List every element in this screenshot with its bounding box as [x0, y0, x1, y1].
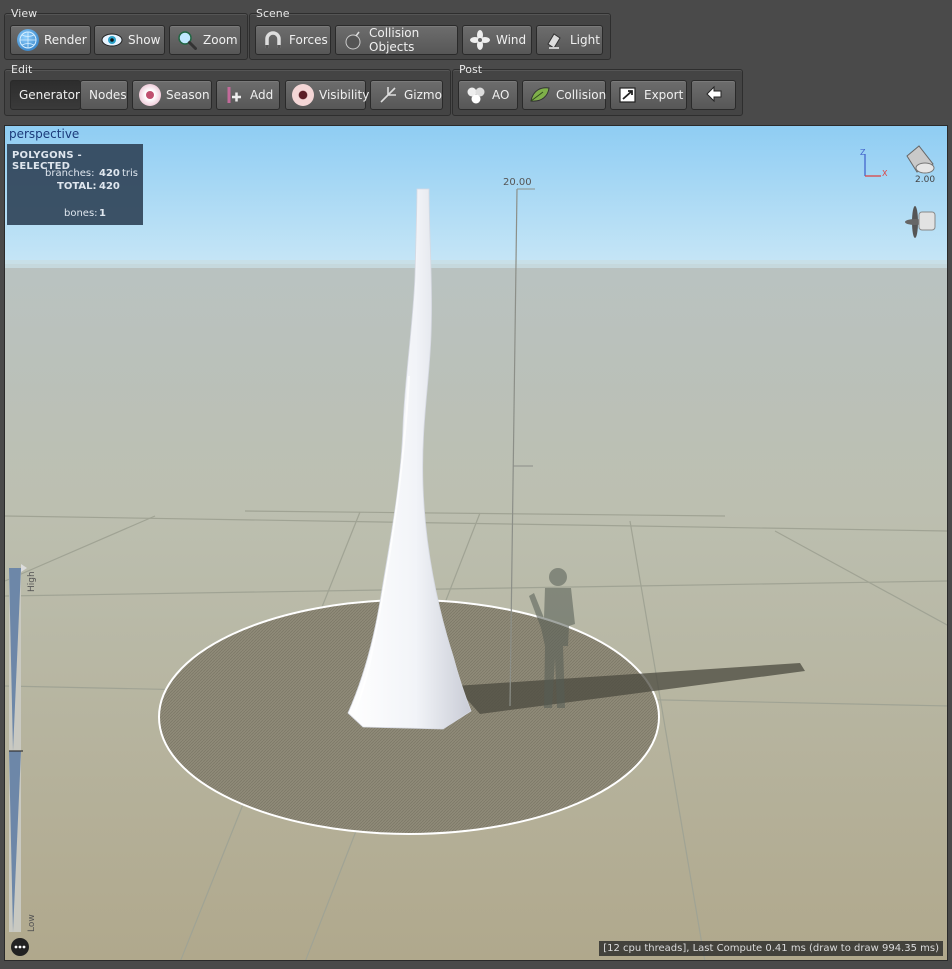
visibility-button[interactable]: Visibility: [285, 80, 370, 110]
gizmo-button-label: Gizmo: [404, 88, 442, 102]
viewport-title: perspective: [9, 127, 80, 141]
light-button[interactable]: Light: [536, 25, 603, 55]
axis-z-label: Z: [860, 148, 866, 157]
zoom-button[interactable]: Zoom: [169, 25, 241, 55]
ao-button[interactable]: AO: [458, 80, 518, 110]
post-group-label: Post: [459, 63, 483, 76]
render-button-label: Render: [44, 33, 87, 47]
scene-group-label: Scene: [256, 7, 290, 20]
back-arrow-icon: [705, 85, 723, 106]
generators-tab[interactable]: Generators: [10, 80, 86, 110]
perspective-viewport[interactable]: perspective POLYGONS - SELECTED branches…: [4, 125, 948, 961]
globe-icon: [17, 29, 39, 51]
scene-canvas[interactable]: [5, 126, 948, 961]
branches-label: branches:: [45, 168, 95, 179]
gizmo-icon: [377, 84, 399, 106]
ao-button-label: AO: [492, 88, 510, 102]
add-icon: [223, 84, 245, 106]
total-label: TOTAL:: [57, 181, 97, 192]
season-button-label: Season: [166, 88, 210, 102]
show-button-label: Show: [128, 33, 161, 47]
export-button[interactable]: Export: [610, 80, 687, 110]
season-icon: [139, 84, 161, 106]
light-value: 2.00: [915, 175, 936, 185]
bones-label: bones:: [64, 208, 98, 219]
view-group-label: View: [11, 7, 38, 20]
add-button[interactable]: Add: [216, 80, 280, 110]
lod-high-label: High: [27, 571, 37, 592]
total-value: 420: [99, 181, 120, 192]
axis-x-label: X: [882, 169, 888, 178]
collision-button-label: Collision: [556, 88, 607, 102]
branches-unit: tris: [122, 168, 139, 179]
magnifier-icon: [176, 29, 198, 51]
nodes-tab[interactable]: Nodes: [80, 80, 128, 110]
fan-icon: [469, 29, 491, 51]
polygons-panel: POLYGONS - SELECTED branches: 420 tris T…: [7, 144, 143, 225]
gizmo-button[interactable]: Gizmo: [370, 80, 443, 110]
show-button[interactable]: Show: [94, 25, 165, 55]
wind-button-label: Wind: [496, 33, 527, 47]
visibility-button-label: Visibility: [319, 88, 370, 102]
wind-button[interactable]: Wind: [462, 25, 532, 55]
collision-objects-button[interactable]: Collision Objects: [335, 25, 458, 55]
magnet-icon: [262, 29, 284, 51]
eye-icon: [101, 29, 123, 51]
back-button[interactable]: [691, 80, 736, 110]
collision-button[interactable]: Collision: [522, 80, 606, 110]
options-button[interactable]: [11, 938, 29, 956]
ruler-label: 20.00: [503, 177, 532, 188]
export-button-label: Export: [644, 88, 684, 102]
export-icon: [617, 84, 639, 106]
collision-objects-button-label: Collision Objects: [369, 26, 420, 54]
forces-button[interactable]: Forces: [255, 25, 331, 55]
generators-tab-label: Generators: [19, 88, 87, 102]
spotlight-icon: [543, 29, 565, 51]
season-button[interactable]: Season: [132, 80, 212, 110]
render-button[interactable]: Render: [10, 25, 91, 55]
branches-value: 420: [99, 168, 120, 179]
bomb-icon: [342, 29, 364, 51]
add-button-label: Add: [250, 88, 274, 102]
ao-icon: [465, 84, 487, 106]
nodes-tab-label: Nodes: [89, 88, 127, 102]
bones-value: 1: [99, 208, 106, 219]
edit-group-label: Edit: [11, 63, 33, 76]
status-bar: [12 cpu threads], Last Compute 0.41 ms (…: [599, 941, 943, 956]
eyeball-icon: [292, 84, 314, 106]
light-button-label: Light: [570, 33, 600, 47]
leaf-icon: [529, 84, 551, 106]
lod-low-label: Low: [27, 914, 37, 932]
zoom-button-label: Zoom: [203, 33, 238, 47]
forces-button-label: Forces: [289, 33, 328, 47]
